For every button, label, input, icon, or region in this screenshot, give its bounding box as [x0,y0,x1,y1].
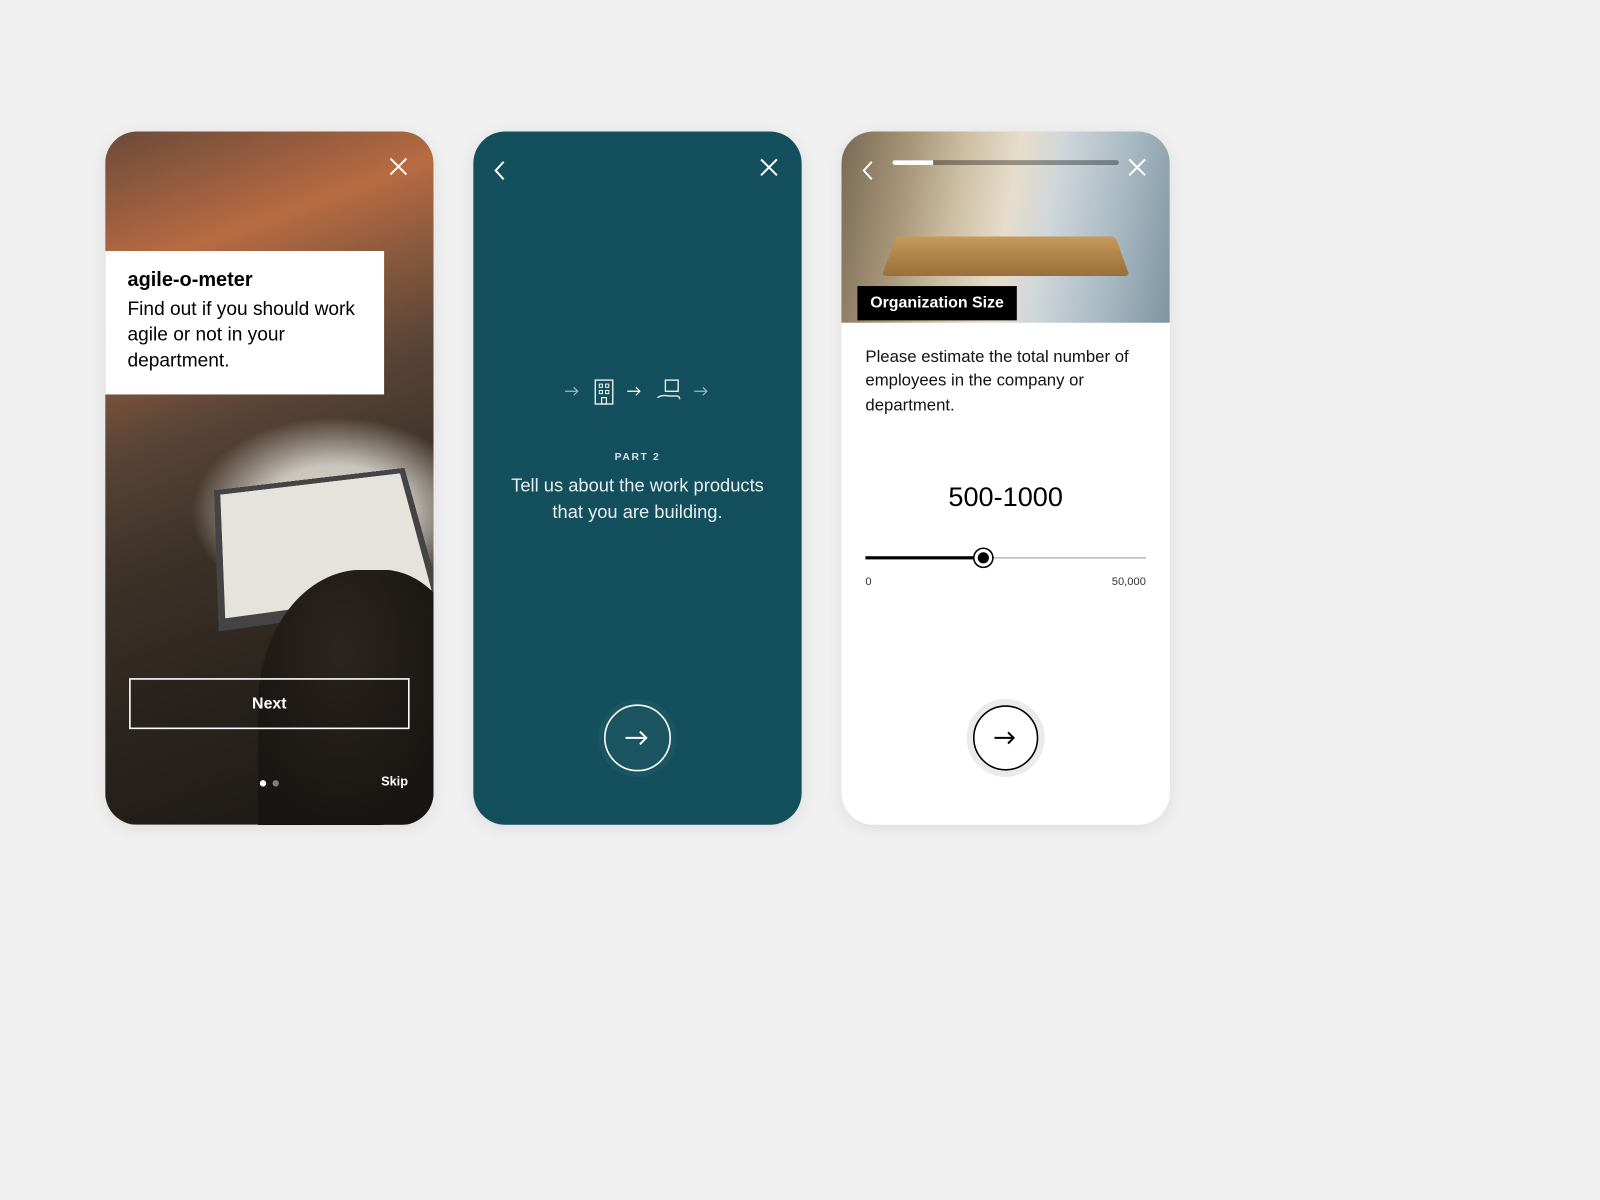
progress-bar-fill [893,160,934,165]
arrow-right-icon [624,729,651,747]
close-button[interactable] [1125,155,1149,179]
part-prompt: Tell us about the work products that you… [505,473,770,526]
slider-value-label: 500-1000 [842,482,1170,513]
hero-photo-table [882,236,1130,276]
building-icon [592,377,616,406]
section-title-tag: Organization Size [857,286,1016,320]
slider-track-filled [865,556,983,559]
continue-button-inner [604,704,671,771]
screen-intro: agile-o-meter Find out if you should wor… [105,131,433,824]
page-indicator [260,780,279,786]
slider-thumb[interactable] [974,549,992,567]
hand-product-icon [654,377,683,406]
skip-button[interactable]: Skip [381,775,408,789]
screen-part-intro: PART 2 Tell us about the work products t… [473,131,801,824]
arrow-right-icon [565,386,581,397]
arrow-right-icon [627,386,643,397]
continue-button[interactable] [598,699,676,777]
slider-max-label: 50,000 [1112,575,1146,588]
intro-card: agile-o-meter Find out if you should wor… [105,251,384,395]
chevron-left-icon [492,159,506,183]
progress-bar [893,160,1119,165]
screen-question-slider: Organization Size Please estimate the to… [842,131,1170,824]
arrow-right-icon [694,386,710,397]
close-button[interactable] [757,155,781,179]
back-button[interactable] [492,159,506,183]
close-icon [1125,155,1149,179]
next-button[interactable]: Next [129,678,410,729]
step-icons-row [473,377,801,406]
question-text: Please estimate the total number of empl… [865,345,1146,418]
page-dot-inactive [273,780,279,786]
back-button[interactable] [861,159,875,183]
continue-button-inner [973,705,1038,770]
employee-count-slider[interactable] [865,546,1146,570]
arrow-right-icon [993,730,1019,746]
intro-title: agile-o-meter [128,269,362,292]
intro-subtitle: Find out if you should work agile or not… [128,296,362,373]
part-label: PART 2 [473,450,801,462]
skip-button-label: Skip [381,775,408,789]
page-dot-active [260,780,266,786]
close-icon [757,155,781,179]
next-button-label: Next [252,694,287,712]
close-icon [386,154,412,180]
slider-min-label: 0 [865,575,871,588]
close-button[interactable] [386,154,412,180]
continue-button[interactable] [967,699,1045,777]
chevron-left-icon [861,159,875,183]
slider-track-empty [983,557,1146,559]
